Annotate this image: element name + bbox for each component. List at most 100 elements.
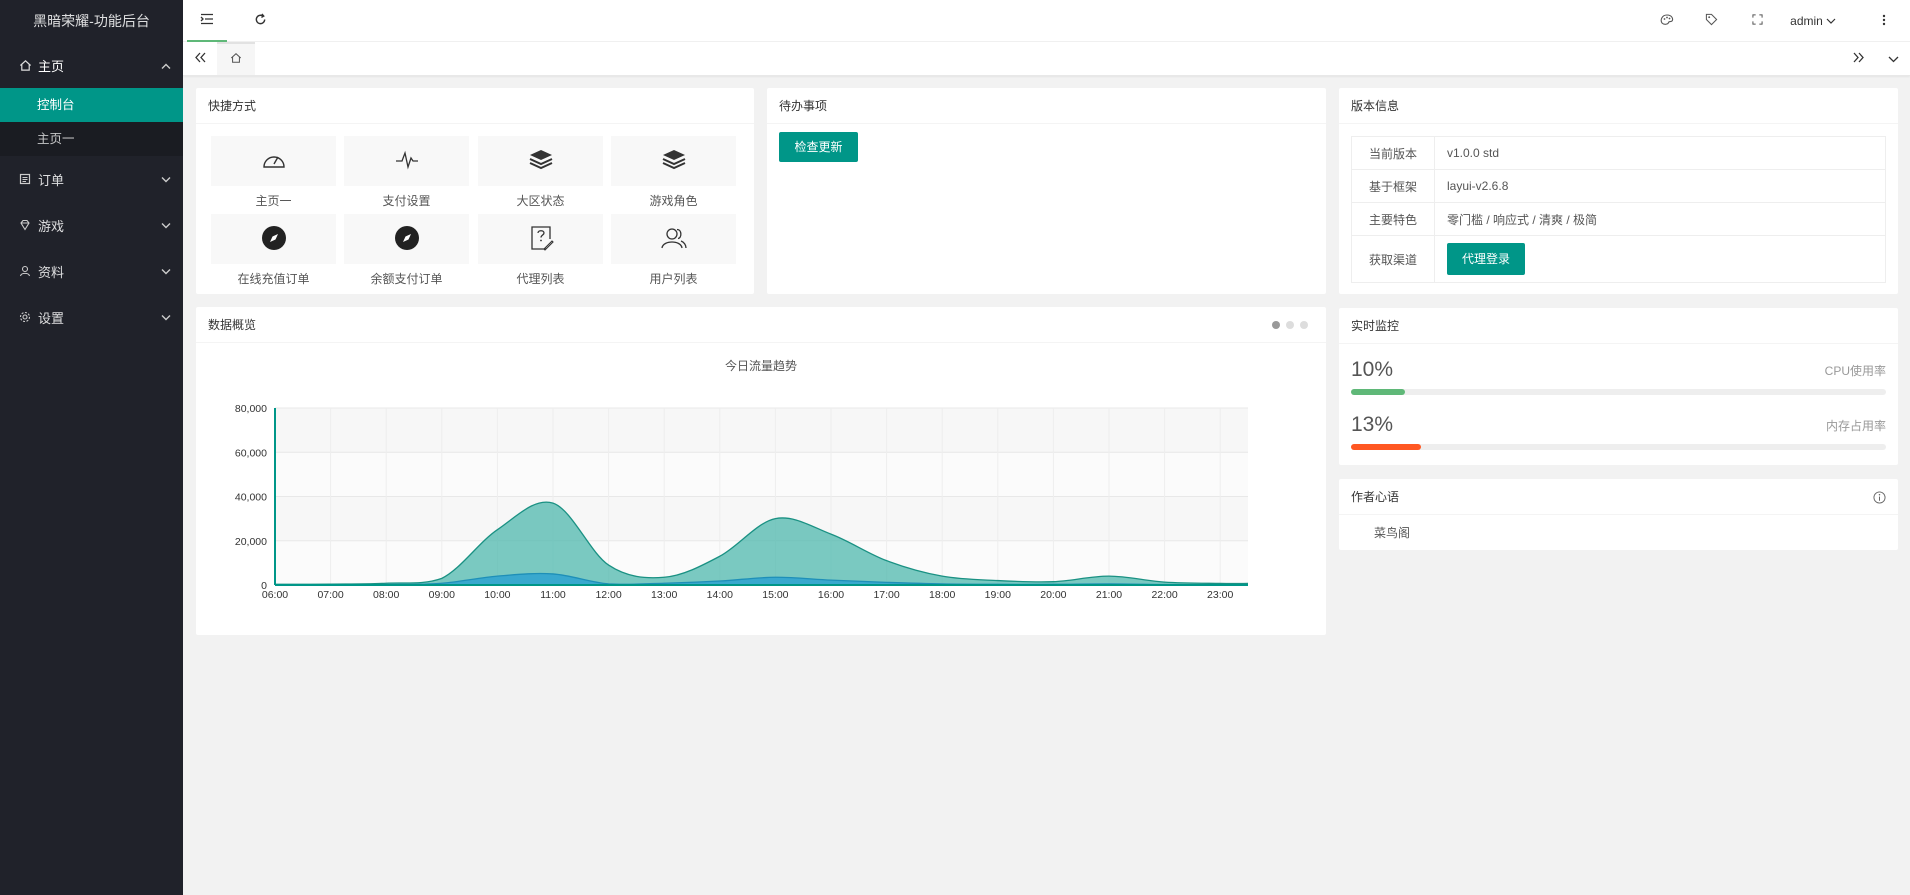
- sidebar-group-label: 主页: [38, 58, 65, 74]
- version-card: 版本信息 当前版本 v1.0.0 std 基于框架 layui-v2.6.8 主…: [1339, 88, 1898, 294]
- version-table: 当前版本 v1.0.0 std 基于框架 layui-v2.6.8 主要特色 零…: [1351, 136, 1886, 283]
- quick-item-agent-list[interactable]: 代理列表: [478, 214, 603, 292]
- quick-item-label: 用户列表: [649, 272, 698, 286]
- monitor-card: 实时监控 10% CPU使用率 13% 内存占用率: [1339, 308, 1898, 465]
- carousel-dot[interactable]: [1300, 321, 1308, 329]
- user-icon: [18, 264, 32, 278]
- sidebar-group-label: 订单: [38, 172, 65, 188]
- tag-button[interactable]: [1693, 0, 1729, 42]
- version-value: v1.0.0 std: [1434, 136, 1886, 170]
- x-tick-label: 16:00: [818, 589, 844, 601]
- menu-fold-icon: [200, 13, 214, 28]
- quick-item-user-list[interactable]: 用户列表: [611, 214, 736, 292]
- y-tick-label: 60,000: [235, 447, 267, 459]
- x-tick-label: 21:00: [1096, 589, 1122, 601]
- check-update-button[interactable]: 检查更新: [779, 132, 858, 162]
- quick-access-card: 快捷方式 主页一 支付设置 大区状态 游戏角色 在线充值订单 余额支付订单 代理…: [196, 88, 754, 294]
- diamond-icon: [18, 218, 32, 232]
- tabs-bar: [183, 42, 1910, 76]
- quick-item-game-roles[interactable]: 游戏角色: [611, 136, 736, 214]
- card-title-text: 作者心语: [1351, 490, 1400, 504]
- chart-grid-band: [275, 408, 1248, 453]
- x-tick-label: 20:00: [1040, 589, 1066, 601]
- x-tick-label: 12:00: [595, 589, 621, 601]
- table-row: 当前版本 v1.0.0 std: [1351, 136, 1886, 170]
- users-icon: [660, 226, 688, 253]
- more-button[interactable]: [1869, 0, 1899, 42]
- quick-item-region-status[interactable]: 大区状态: [478, 136, 603, 214]
- theme-icon: [1660, 13, 1674, 29]
- home-icon: [18, 58, 32, 72]
- sidebar-group-profile[interactable]: 资料: [0, 248, 183, 294]
- y-tick-label: 40,000: [235, 492, 267, 504]
- card-title: 快捷方式: [196, 88, 754, 124]
- quick-item-label: 在线充值订单: [237, 272, 310, 286]
- x-tick-label: 23:00: [1207, 589, 1233, 601]
- quick-item-payment-settings[interactable]: 支付设置: [344, 136, 469, 214]
- chevron-down-icon: [161, 264, 171, 279]
- dashboard-icon: [261, 149, 287, 174]
- sidebar-group-label: 资料: [38, 264, 65, 280]
- chevron-down-icon: [161, 218, 171, 233]
- sidebar-group-settings[interactable]: 设置: [0, 294, 183, 340]
- menu-fold-button[interactable]: [187, 0, 227, 42]
- fullscreen-button[interactable]: [1739, 0, 1775, 42]
- sidebar-group-home[interactable]: 主页: [0, 42, 183, 88]
- x-tick-label: 22:00: [1151, 589, 1177, 601]
- quick-item-balance-orders[interactable]: 余额支付订单: [344, 214, 469, 292]
- list-icon: [18, 172, 32, 186]
- author-text: 菜鸟阁: [1374, 526, 1411, 540]
- user-name: admin: [1790, 14, 1823, 28]
- quick-item-label: 代理列表: [516, 272, 565, 286]
- x-tick-label: 14:00: [707, 589, 733, 601]
- version-value: 零门槛 / 响应式 / 清爽 / 极简: [1434, 202, 1886, 236]
- memory-progress: [1351, 444, 1886, 450]
- chevron-down-icon: [1888, 52, 1899, 66]
- help-edit-icon: [528, 225, 554, 254]
- sidebar-item-home-one[interactable]: 主页一: [0, 122, 183, 156]
- fullscreen-icon: [1751, 14, 1763, 28]
- info-icon[interactable]: [1873, 479, 1886, 515]
- quick-item-online-recharge[interactable]: 在线充值订单: [211, 214, 336, 292]
- version-value: 代理登录: [1434, 235, 1886, 283]
- theme-button[interactable]: [1649, 0, 1685, 42]
- x-tick-label: 19:00: [985, 589, 1011, 601]
- app-logo: 黑暗荣耀-功能后台: [33, 13, 150, 29]
- card-title: 版本信息: [1339, 88, 1898, 124]
- cpu-label: CPU使用率: [1824, 364, 1886, 378]
- x-tick-label: 08:00: [373, 589, 399, 601]
- cpu-value: 10%: [1351, 358, 1394, 381]
- memory-progress-fill: [1351, 444, 1421, 450]
- table-row: 基于框架 layui-v2.6.8: [1351, 169, 1886, 203]
- tabs-scroll-left-button[interactable]: [183, 42, 217, 75]
- tabs-menu-button[interactable]: [1876, 42, 1910, 75]
- double-chevron-left-icon: [194, 52, 207, 66]
- carousel-indicator: [1272, 321, 1308, 329]
- refresh-icon: [254, 13, 267, 29]
- refresh-button[interactable]: [240, 0, 280, 42]
- sidebar-group-orders[interactable]: 订单: [0, 156, 183, 202]
- sidebar-group-games[interactable]: 游戏: [0, 202, 183, 248]
- pulse-icon: [394, 149, 420, 174]
- sidebar-item-console[interactable]: 控制台: [0, 88, 183, 122]
- x-tick-label: 13:00: [651, 589, 677, 601]
- version-key: 主要特色: [1351, 202, 1435, 236]
- version-value: layui-v2.6.8: [1434, 169, 1886, 203]
- tabs-scroll-right-button[interactable]: [1841, 42, 1875, 75]
- quick-item-label: 主页一: [255, 194, 292, 208]
- tab-home[interactable]: [217, 42, 255, 75]
- quick-item-label: 支付设置: [382, 194, 431, 208]
- y-tick-label: 20,000: [235, 536, 267, 548]
- carousel-dot[interactable]: [1286, 321, 1294, 329]
- chart-grid-band: [275, 452, 1248, 497]
- card-title: 待办事项: [767, 88, 1326, 124]
- x-tick-label: 11:00: [540, 589, 566, 601]
- user-menu[interactable]: admin: [1783, 0, 1843, 42]
- layers-icon: [528, 148, 554, 175]
- card-title: 实时监控: [1339, 308, 1898, 344]
- memory-value: 13%: [1351, 413, 1394, 436]
- carousel-dot[interactable]: [1272, 321, 1280, 329]
- quick-item-home-one[interactable]: 主页一: [211, 136, 336, 214]
- agent-login-button[interactable]: 代理登录: [1447, 243, 1525, 275]
- version-key: 基于框架: [1351, 169, 1435, 203]
